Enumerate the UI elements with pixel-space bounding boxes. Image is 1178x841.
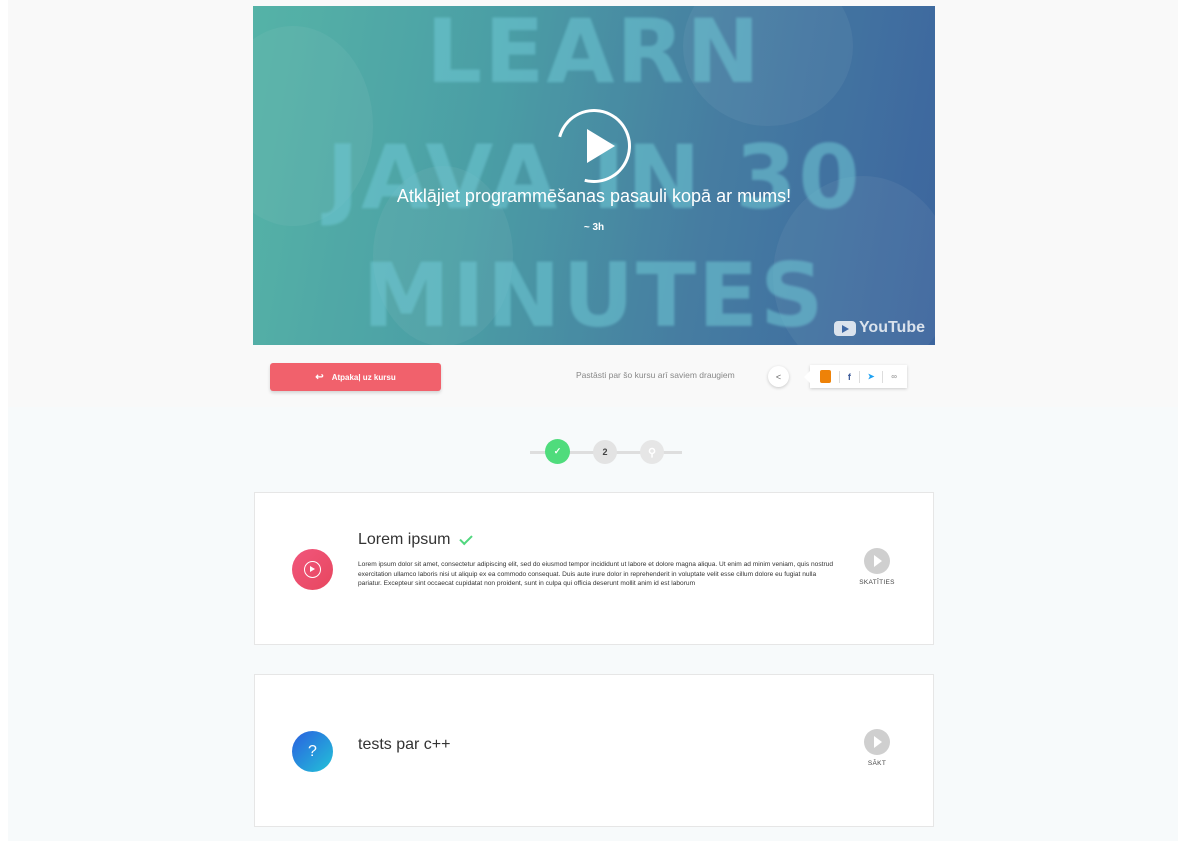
back-to-course-button[interactable]: ↩ Atpakaļ uz kursu	[270, 363, 441, 391]
divider	[838, 370, 840, 383]
divider	[858, 370, 860, 383]
share-panel: ​ f ➤ ∞	[804, 365, 907, 388]
trophy-icon: ⚲	[647, 446, 657, 459]
watch-button[interactable]: SKATĪTIES	[847, 548, 907, 586]
quiz-title: tests par c++	[358, 736, 451, 753]
reply-arrow-icon: ↩	[315, 371, 324, 383]
step-number: 2	[602, 447, 608, 457]
odnoklassniki-icon[interactable]: ​	[819, 370, 831, 383]
step-completed[interactable]: ✓	[545, 439, 570, 464]
lesson-title: Lorem ipsum	[358, 531, 451, 548]
video-title: Atklājiet programmēšanas pasauli kopā ar…	[396, 186, 792, 206]
start-button[interactable]: SĀKT	[847, 729, 907, 767]
lesson-description: Lorem ipsum dolor sit amet, consectetur …	[358, 561, 833, 588]
youtube-icon	[833, 320, 856, 336]
quiz-type-badge: ?	[292, 731, 333, 772]
quiz-card: ? tests par c++ SĀKT	[254, 674, 934, 827]
youtube-logo[interactable]: YouTube	[833, 319, 925, 337]
step-current[interactable]: 2	[593, 440, 617, 464]
video-duration: ~ 3h	[583, 222, 605, 233]
share-toggle-button[interactable]: <	[768, 366, 789, 387]
play-icon[interactable]	[864, 548, 890, 574]
question-icon: ?	[308, 742, 317, 760]
play-circle-icon	[304, 561, 321, 578]
quiz-title-row: tests par c++	[358, 736, 451, 754]
facebook-icon[interactable]: f	[848, 372, 851, 382]
youtube-label: YouTube	[858, 319, 925, 336]
checkmark-icon: ✓	[553, 446, 562, 456]
lesson-card: Lorem ipsum Lorem ipsum dolor sit amet, …	[254, 492, 934, 645]
start-label[interactable]: SĀKT	[847, 760, 907, 767]
link-icon[interactable]: ∞	[891, 372, 897, 381]
back-to-course-label: Atpakaļ uz kursu	[331, 372, 396, 382]
play-icon[interactable]	[587, 129, 615, 163]
lesson-type-badge	[292, 549, 333, 590]
share-icon: <	[775, 371, 782, 382]
video-player[interactable]: LEARN JAVA IN 30 MINUTES Atklājiet progr…	[253, 6, 935, 345]
share-prompt: Pastāsti par šo kursu arī saviem draugie…	[576, 370, 735, 380]
watch-label[interactable]: SKATĪTIES	[847, 579, 907, 586]
progress-stepper: ✓ 2 ⚲	[530, 439, 682, 465]
play-icon[interactable]	[864, 729, 890, 755]
divider	[882, 370, 884, 383]
step-final[interactable]: ⚲	[640, 440, 664, 464]
twitter-icon[interactable]: ➤	[868, 372, 875, 381]
lesson-title-row: Lorem ipsum	[358, 531, 474, 549]
completed-check-icon	[459, 531, 474, 545]
